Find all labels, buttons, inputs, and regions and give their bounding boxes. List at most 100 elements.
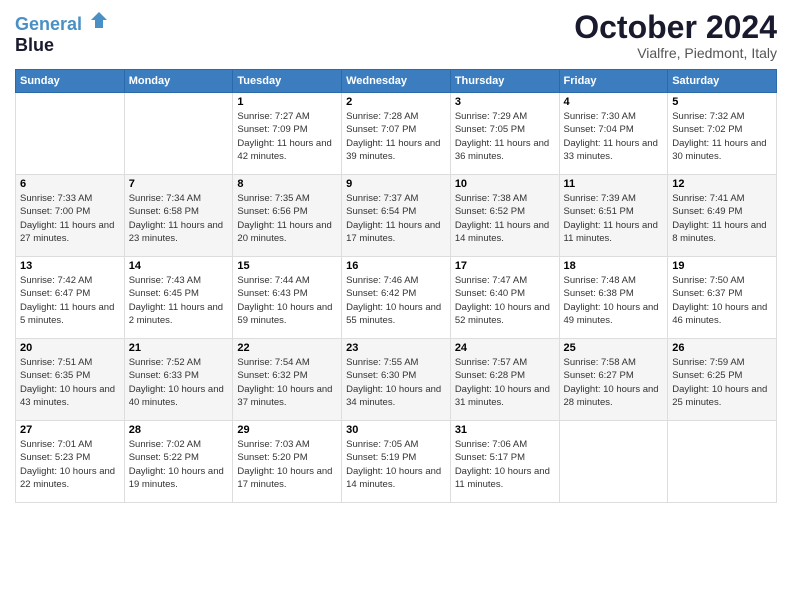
sunset-text: Sunset: 6:27 PM [564,369,664,382]
header-wednesday: Wednesday [342,70,451,93]
header-sunday: Sunday [16,70,125,93]
day-info: Sunrise: 7:58 AM Sunset: 6:27 PM Dayligh… [564,356,664,409]
day-info: Sunrise: 7:42 AM Sunset: 6:47 PM Dayligh… [20,274,120,327]
week-row-1: 1 Sunrise: 7:27 AM Sunset: 7:09 PM Dayli… [16,93,777,175]
daylight-text: Daylight: 11 hours and 30 minutes. [672,137,772,164]
day-info: Sunrise: 7:50 AM Sunset: 6:37 PM Dayligh… [672,274,772,327]
day-info: Sunrise: 7:35 AM Sunset: 6:56 PM Dayligh… [237,192,337,245]
sunrise-text: Sunrise: 7:33 AM [20,192,120,205]
daylight-text: Daylight: 10 hours and 11 minutes. [455,465,555,492]
month-title: October 2024 [574,10,777,45]
daylight-text: Daylight: 10 hours and 28 minutes. [564,383,664,410]
sunset-text: Sunset: 7:07 PM [346,123,446,136]
day-info: Sunrise: 7:48 AM Sunset: 6:38 PM Dayligh… [564,274,664,327]
sunrise-text: Sunrise: 7:30 AM [564,110,664,123]
sunset-text: Sunset: 6:54 PM [346,205,446,218]
day-number: 9 [346,178,446,190]
sunrise-text: Sunrise: 7:44 AM [237,274,337,287]
sunrise-text: Sunrise: 7:39 AM [564,192,664,205]
day-number: 8 [237,178,337,190]
daylight-text: Daylight: 10 hours and 19 minutes. [129,465,229,492]
day-number: 13 [20,260,120,272]
day-number: 29 [237,424,337,436]
sunset-text: Sunset: 6:56 PM [237,205,337,218]
cell-2-1: 14 Sunrise: 7:43 AM Sunset: 6:45 PM Dayl… [124,257,233,339]
cell-2-3: 16 Sunrise: 7:46 AM Sunset: 6:42 PM Dayl… [342,257,451,339]
sunset-text: Sunset: 6:40 PM [455,287,555,300]
sunrise-text: Sunrise: 7:50 AM [672,274,772,287]
week-row-5: 27 Sunrise: 7:01 AM Sunset: 5:23 PM Dayl… [16,421,777,503]
sunset-text: Sunset: 7:04 PM [564,123,664,136]
daylight-text: Daylight: 10 hours and 34 minutes. [346,383,446,410]
daylight-text: Daylight: 11 hours and 14 minutes. [455,219,555,246]
cell-3-6: 26 Sunrise: 7:59 AM Sunset: 6:25 PM Dayl… [668,339,777,421]
sunrise-text: Sunrise: 7:41 AM [672,192,772,205]
cell-4-4: 31 Sunrise: 7:06 AM Sunset: 5:17 PM Dayl… [450,421,559,503]
day-info: Sunrise: 7:02 AM Sunset: 5:22 PM Dayligh… [129,438,229,491]
daylight-text: Daylight: 10 hours and 59 minutes. [237,301,337,328]
daylight-text: Daylight: 11 hours and 11 minutes. [564,219,664,246]
logo: General Blue [15,10,109,56]
day-number: 1 [237,96,337,108]
day-info: Sunrise: 7:30 AM Sunset: 7:04 PM Dayligh… [564,110,664,163]
cell-0-2: 1 Sunrise: 7:27 AM Sunset: 7:09 PM Dayli… [233,93,342,175]
sunrise-text: Sunrise: 7:58 AM [564,356,664,369]
cell-3-3: 23 Sunrise: 7:55 AM Sunset: 6:30 PM Dayl… [342,339,451,421]
cell-0-3: 2 Sunrise: 7:28 AM Sunset: 7:07 PM Dayli… [342,93,451,175]
day-number: 16 [346,260,446,272]
day-number: 27 [20,424,120,436]
header: General Blue October 2024 Vialfre, Piedm… [15,10,777,61]
sunrise-text: Sunrise: 7:48 AM [564,274,664,287]
day-number: 17 [455,260,555,272]
cell-2-2: 15 Sunrise: 7:44 AM Sunset: 6:43 PM Dayl… [233,257,342,339]
day-number: 14 [129,260,229,272]
daylight-text: Daylight: 10 hours and 37 minutes. [237,383,337,410]
sunset-text: Sunset: 7:05 PM [455,123,555,136]
header-thursday: Thursday [450,70,559,93]
cell-4-1: 28 Sunrise: 7:02 AM Sunset: 5:22 PM Dayl… [124,421,233,503]
day-info: Sunrise: 7:27 AM Sunset: 7:09 PM Dayligh… [237,110,337,163]
header-friday: Friday [559,70,668,93]
day-info: Sunrise: 7:43 AM Sunset: 6:45 PM Dayligh… [129,274,229,327]
day-number: 3 [455,96,555,108]
daylight-text: Daylight: 10 hours and 40 minutes. [129,383,229,410]
sunrise-text: Sunrise: 7:28 AM [346,110,446,123]
sunset-text: Sunset: 6:43 PM [237,287,337,300]
cell-2-6: 19 Sunrise: 7:50 AM Sunset: 6:37 PM Dayl… [668,257,777,339]
sunrise-text: Sunrise: 7:43 AM [129,274,229,287]
daylight-text: Daylight: 10 hours and 46 minutes. [672,301,772,328]
day-info: Sunrise: 7:03 AM Sunset: 5:20 PM Dayligh… [237,438,337,491]
logo-line2: Blue [15,35,109,56]
day-info: Sunrise: 7:33 AM Sunset: 7:00 PM Dayligh… [20,192,120,245]
cell-0-1 [124,93,233,175]
sunset-text: Sunset: 7:09 PM [237,123,337,136]
sunset-text: Sunset: 6:49 PM [672,205,772,218]
daylight-text: Daylight: 11 hours and 23 minutes. [129,219,229,246]
weekday-header-row: Sunday Monday Tuesday Wednesday Thursday… [16,70,777,93]
cell-1-4: 10 Sunrise: 7:38 AM Sunset: 6:52 PM Dayl… [450,175,559,257]
day-number: 22 [237,342,337,354]
sunset-text: Sunset: 5:22 PM [129,451,229,464]
sunrise-text: Sunrise: 7:38 AM [455,192,555,205]
cell-4-2: 29 Sunrise: 7:03 AM Sunset: 5:20 PM Dayl… [233,421,342,503]
sunset-text: Sunset: 6:33 PM [129,369,229,382]
day-number: 23 [346,342,446,354]
sunrise-text: Sunrise: 7:27 AM [237,110,337,123]
day-number: 18 [564,260,664,272]
sunrise-text: Sunrise: 7:05 AM [346,438,446,451]
day-info: Sunrise: 7:34 AM Sunset: 6:58 PM Dayligh… [129,192,229,245]
cell-3-5: 25 Sunrise: 7:58 AM Sunset: 6:27 PM Dayl… [559,339,668,421]
sunset-text: Sunset: 5:19 PM [346,451,446,464]
daylight-text: Daylight: 11 hours and 2 minutes. [129,301,229,328]
header-monday: Monday [124,70,233,93]
daylight-text: Daylight: 11 hours and 36 minutes. [455,137,555,164]
day-number: 15 [237,260,337,272]
day-info: Sunrise: 7:32 AM Sunset: 7:02 PM Dayligh… [672,110,772,163]
day-number: 4 [564,96,664,108]
week-row-3: 13 Sunrise: 7:42 AM Sunset: 6:47 PM Dayl… [16,257,777,339]
day-info: Sunrise: 7:47 AM Sunset: 6:40 PM Dayligh… [455,274,555,327]
sunset-text: Sunset: 6:37 PM [672,287,772,300]
daylight-text: Daylight: 11 hours and 5 minutes. [20,301,120,328]
sunrise-text: Sunrise: 7:52 AM [129,356,229,369]
cell-1-1: 7 Sunrise: 7:34 AM Sunset: 6:58 PM Dayli… [124,175,233,257]
